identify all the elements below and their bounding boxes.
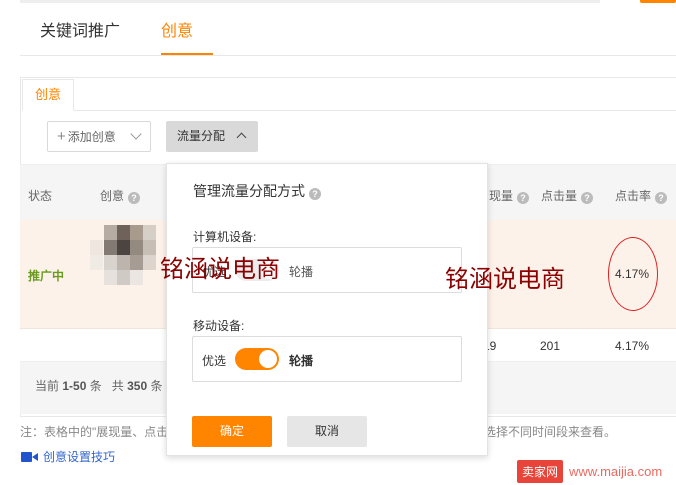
help-icon[interactable]: ? <box>517 192 530 204</box>
pc-device-label: 计算机设备: <box>193 230 257 244</box>
confirm-button[interactable]: 确定 <box>192 416 272 447</box>
help-icon[interactable]: ? <box>128 192 141 204</box>
status-badge: 推广中 <box>28 269 65 283</box>
mobile-rotation-toggle[interactable] <box>235 348 279 370</box>
traffic-allocation-label: 流量分配 <box>177 129 226 143</box>
plus-icon: + <box>57 128 66 145</box>
active-tab-indicator <box>161 53 213 55</box>
help-icon[interactable]: ? <box>309 188 321 200</box>
mobile-preferred-label: 优选 <box>202 354 227 368</box>
header-status: 状态 <box>28 189 53 203</box>
chevron-down-icon <box>130 128 142 140</box>
chevron-up-icon <box>236 132 247 143</box>
watermark-text: 铭涵说电商 <box>445 265 565 293</box>
popup-title: 管理流量分配方式? <box>193 181 321 201</box>
mobile-device-option: 优选 轮播 <box>192 336 462 382</box>
cancel-button[interactable]: 取消 <box>287 416 367 447</box>
pagination-info: 当前 1-50 条 共 350 条 <box>35 377 163 394</box>
highlight-circle <box>608 237 658 311</box>
mobile-rotation-label: 轮播 <box>289 354 314 368</box>
header-impressions-label: 现量 <box>489 189 514 203</box>
tab-keyword-promotion[interactable]: 关键词推广 <box>40 17 120 41</box>
tab-creative[interactable]: 创意 <box>161 17 193 41</box>
mobile-device-label: 移动设备: <box>193 319 245 333</box>
pager-total: 350 <box>127 379 148 393</box>
help-icon[interactable]: ? <box>655 192 668 204</box>
header-creative: 创意? <box>100 187 141 204</box>
subtab-creative[interactable]: 创意 <box>22 79 74 111</box>
tips-label: 创意设置技巧 <box>43 450 116 464</box>
header-ctr-label: 点击率 <box>615 189 652 203</box>
pager-unit: 条 <box>89 379 102 393</box>
help-icon[interactable]: ? <box>581 192 594 204</box>
popup-title-text: 管理流量分配方式 <box>193 183 305 199</box>
main-tabs: 关键词推广 创意 <box>20 0 676 56</box>
subtab-divider <box>22 110 676 111</box>
pc-rotation-label: 轮播 <box>289 265 314 279</box>
header-creative-label: 创意 <box>100 189 125 203</box>
pager-prefix: 当前 <box>35 379 60 393</box>
header-impressions: 现量? <box>489 187 530 204</box>
video-camera-icon <box>21 451 39 463</box>
table-note-tail: 选择不同时间段来查看。 <box>484 425 617 439</box>
traffic-allocation-popup: 管理流量分配方式? 计算机设备: 优选 轮播 移动设备: 优选 轮播 确定 取消 <box>166 163 488 456</box>
pager-tail: 条 <box>150 379 163 393</box>
source-watermark: 卖家网 www.maijia.com <box>517 459 663 483</box>
watermark-text: 铭涵说电商 <box>160 255 280 283</box>
table-note: 注：表格中的"展现量、点击 <box>20 425 169 439</box>
brand-badge: 卖家网 <box>517 459 564 483</box>
clicks-value: 201 <box>540 339 561 353</box>
pager-range: 1-50 <box>62 379 87 393</box>
pager-total-prefix: 共 <box>111 379 124 393</box>
ctr-value: 4.17% <box>615 339 650 353</box>
brand-url: www.maijia.com <box>569 463 663 479</box>
header-clicks: 点击量? <box>541 187 594 204</box>
add-creative-button[interactable]: + 添加创意 <box>47 121 151 152</box>
header-clicks-label: 点击量 <box>541 189 578 203</box>
creative-thumbnail[interactable] <box>90 225 162 289</box>
header-ctr: 点击率? <box>615 187 668 204</box>
add-creative-label: 添加创意 <box>67 130 116 144</box>
traffic-allocation-button[interactable]: 流量分配 <box>166 121 258 152</box>
creative-tips-link[interactable]: 创意设置技巧 <box>21 448 115 465</box>
